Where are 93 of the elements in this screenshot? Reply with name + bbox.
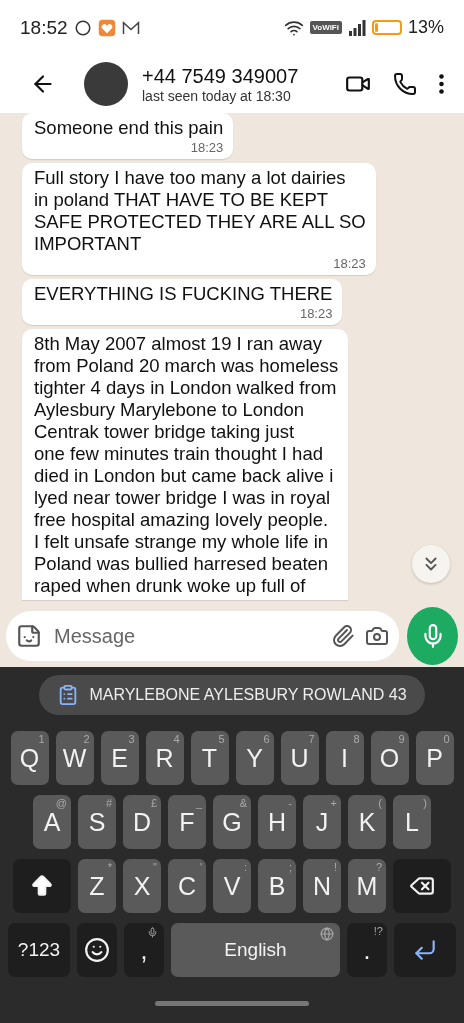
contact-name[interactable]: +44 7549 349007 [142,64,331,88]
key-hint: 0 [443,733,450,745]
key-hint: 6 [263,733,270,745]
message-field[interactable]: Message [6,611,399,661]
letter-key[interactable]: E 3 [100,731,139,785]
key-hint: 2 [83,733,90,745]
battery-percent: 13% [407,17,444,38]
letter-key[interactable]: G & [213,795,251,849]
letter-key[interactable]: A @ [33,795,71,849]
letter-key[interactable]: L ) [393,795,431,849]
message-time: 18:23 [190,140,224,156]
vowifi-badge: VoWiFi [309,21,342,34]
emoji-icon [84,937,110,963]
shift-key[interactable] [13,859,71,913]
letter-key[interactable]: W 2 [55,731,94,785]
avatar-placeholder[interactable] [84,62,128,106]
key-hint: ' [199,861,202,873]
letter-key[interactable]: V : [213,859,251,913]
shift-arrow-icon [29,873,55,899]
message-text: EVERYTHING IS FUCKING THERE [34,283,333,305]
emoji-key[interactable] [77,923,117,977]
letter-key[interactable]: Q 1 [10,731,49,785]
signal-icon [347,19,366,36]
letter-key[interactable]: N ! [303,859,341,913]
key-hint: ? [375,861,382,873]
letter-key[interactable]: K ( [348,795,386,849]
key-hint: " [153,861,157,873]
last-seen-status: last seen today at 18:30 [142,87,292,104]
key-hint: ) [423,797,427,809]
key-hint: 9 [398,733,405,745]
key-hint: : [243,861,247,873]
mic-hint-icon [147,927,158,938]
mail-icon [121,19,140,36]
key-hint: 5 [218,733,225,745]
key-hint: 7 [308,733,315,745]
gesture-handle[interactable] [155,1001,309,1006]
key-hint: 8 [353,733,360,745]
letter-key[interactable]: P 0 [415,731,454,785]
comma-key[interactable]: , [124,923,164,977]
mic-button[interactable] [407,607,458,665]
key-hint: * [107,861,112,873]
letter-key[interactable]: Z * [78,859,116,913]
scroll-down-button[interactable] [412,545,450,583]
heart-app-icon [97,18,116,37]
camera-icon[interactable] [365,624,389,648]
letter-key[interactable]: C ' [168,859,206,913]
phone-icon [393,72,417,96]
key-hint: ! [333,861,337,873]
key-hint: + [330,797,337,809]
letter-key[interactable]: M ? [348,859,386,913]
key-hint: ; [288,861,292,873]
globe-icon [320,927,334,941]
menu-icon [439,74,444,94]
letter-key[interactable]: I 8 [325,731,364,785]
message-text: Someone end this pain [34,117,224,139]
message-text: Full story I have too many a lot dairies in poland THAT HAVE TO BE KEPT SAFE PROTECTED THEY ARE ALL SO IMPORTANT [34,167,366,255]
attach-icon[interactable] [331,624,355,648]
enter-arrow-icon [412,937,438,963]
key-hint: !? [373,925,383,937]
letter-key[interactable]: D £ [123,795,161,849]
key-hint: _ [195,797,202,809]
key-hint: @ [55,797,67,809]
backspace-key[interactable] [393,859,451,913]
message-time: 18:23 [299,306,333,322]
clipboard-suggestion[interactable]: MARYLEBONE AYLESBURY ROWLAND 43 [39,675,425,715]
letter-key[interactable]: R 4 [145,731,184,785]
key-hint: 4 [173,733,180,745]
space-key[interactable]: English [171,923,340,977]
letter-key[interactable]: T 5 [190,731,229,785]
message-time: 18:23 [333,256,366,272]
letter-key[interactable]: X " [123,859,161,913]
letter-key[interactable]: B ; [258,859,296,913]
enter-key[interactable] [394,923,456,977]
symbols-key[interactable]: ?123 [8,923,70,977]
letter-key[interactable]: J + [303,795,341,849]
key-hint: 1 [38,733,45,745]
letter-key[interactable]: Y 6 [235,731,274,785]
key-hint: - [288,797,292,809]
letter-key[interactable]: H - [258,795,296,849]
letter-key[interactable]: U 7 [280,731,319,785]
key-hint: & [239,797,247,809]
key-hint: ( [378,797,382,809]
message-text: 8th May 2007 almost 19 I ran away from Poland 20 march was homeless tighter 4 days in London walked from Aylesbury Marylebone to London Centrak tower bridge taking just one few minutes train thought I had died in London but came back alive i lyed near tower bridge I was in royal free hospital amazing lovely people. I felt unsafe strange my whole life in Poland was bullied harresed beaten raped when drunk woke up full of [34,333,339,597]
letter-key[interactable]: S # [78,795,116,849]
key-hint: £ [150,797,157,809]
key-hint: 3 [128,733,135,745]
letter-key[interactable]: O 9 [370,731,409,785]
sticker-icon[interactable] [16,623,42,649]
clock-time: 18:52 [20,16,68,39]
key-hint: # [105,797,112,809]
letter-key[interactable]: F _ [168,795,206,849]
period-key[interactable]: . !? [347,923,387,977]
chat-app-icon [73,18,92,37]
